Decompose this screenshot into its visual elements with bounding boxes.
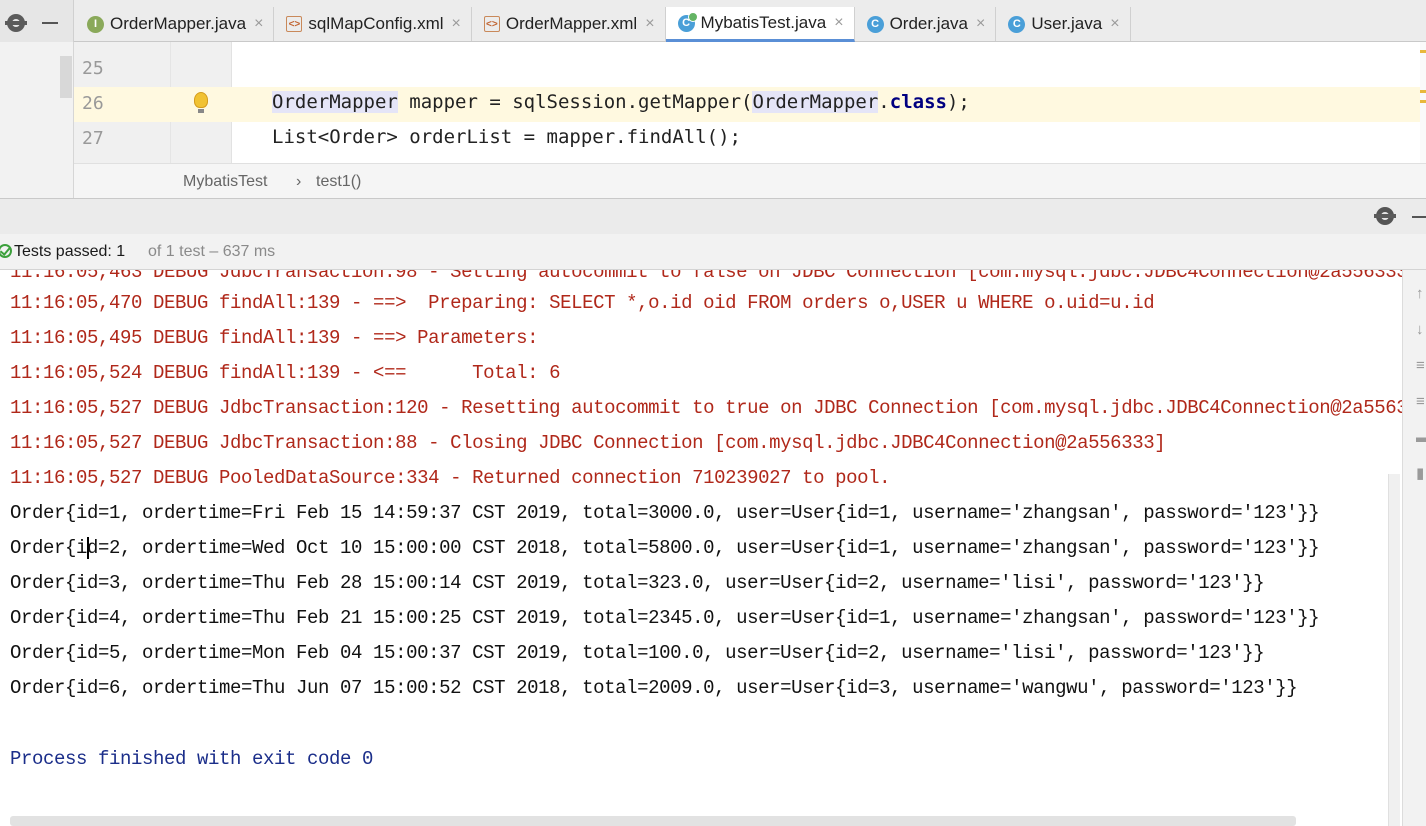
close-icon[interactable]: ×: [976, 15, 985, 33]
tab-label: sqlMapConfig.xml: [308, 14, 444, 33]
print-icon[interactable]: ▬: [1416, 430, 1426, 445]
log-line: 11:16:05,527 DEBUG JdbcTransaction:88 - …: [10, 432, 1166, 454]
code-text: List<Order> orderList = mapper.findAll()…: [272, 126, 741, 148]
scroll-to-end-icon[interactable]: ≡: [1416, 394, 1425, 409]
breadcrumb-method[interactable]: test1(): [316, 173, 361, 191]
trash-icon[interactable]: ▮: [1416, 466, 1424, 481]
code-editor[interactable]: 25 26 OrderMapper mapper = sqlSession.ge…: [0, 42, 1426, 198]
close-icon[interactable]: ×: [1110, 15, 1119, 33]
code-line-26[interactable]: 26 OrderMapper mapper = sqlSession.getMa…: [74, 87, 1426, 122]
line-number: 25: [82, 58, 104, 79]
console-horizontal-scrollbar[interactable]: [10, 816, 1296, 826]
process-finished-line: Process finished with exit code 0: [10, 748, 374, 770]
tab-label: MybatisTest.java: [700, 13, 827, 32]
class-icon: C: [866, 15, 884, 33]
tab-mybatistest-java[interactable]: C MybatisTest.java ×: [665, 7, 855, 42]
tab-order-java[interactable]: C Order.java ×: [854, 7, 997, 41]
hide-icon[interactable]: [1412, 216, 1426, 218]
output-line: Order{id=6, ordertime=Thu Jun 07 15:00:5…: [10, 677, 1298, 699]
output-line: Order{id=5, ordertime=Mon Feb 04 15:00:3…: [10, 642, 1265, 664]
log-line: 11:16:05,470 DEBUG findAll:139 - ==> Pre…: [10, 292, 1155, 314]
code-text: OrderMapper mapper = sqlSession.getMappe…: [272, 91, 970, 113]
tests-passed-label: Tests passed: 1: [14, 243, 126, 260]
project-panel-edge: [0, 42, 74, 198]
console-vertical-scrollbar[interactable]: [1388, 474, 1400, 826]
log-line: 11:16:05,527 DEBUG JdbcTransaction:120 -…: [10, 397, 1402, 419]
log-line: 11:16:05,463 DEBUG JdbcTransaction:98 - …: [10, 270, 1402, 283]
xml-file-icon: <>: [483, 16, 500, 32]
tab-sqlmapconfig-xml[interactable]: <> sqlMapConfig.xml ×: [274, 7, 472, 41]
tab-label: Order.java: [889, 14, 968, 33]
soft-wrap-icon[interactable]: ≡: [1416, 358, 1425, 373]
log-line: 11:16:05,495 DEBUG findAll:139 - ==> Par…: [10, 327, 550, 349]
log-line: 11:16:05,527 DEBUG PooledDataSource:334 …: [10, 467, 891, 489]
line-number: 27: [82, 128, 104, 149]
code-line-27[interactable]: 27 List<Order> orderList = mapper.findAl…: [74, 122, 1426, 157]
output-line: Order{id=3, ordertime=Thu Feb 28 15:00:1…: [10, 572, 1265, 594]
gear-icon[interactable]: [1374, 207, 1396, 225]
xml-file-icon: <>: [286, 16, 303, 32]
breadcrumb: MybatisTest › test1(): [74, 163, 1426, 198]
class-icon: C: [1008, 15, 1026, 33]
close-icon[interactable]: ×: [645, 15, 654, 33]
breadcrumb-separator: ›: [296, 173, 302, 190]
up-arrow-icon[interactable]: ↑: [1416, 286, 1424, 301]
tab-ordermapper-xml[interactable]: <> OrderMapper.xml ×: [471, 7, 666, 41]
breadcrumb-class[interactable]: MybatisTest: [183, 173, 267, 191]
text-caret: [87, 537, 89, 559]
tests-detail-label: of 1 test – 637 ms: [148, 243, 276, 260]
tab-label: OrderMapper.xml: [505, 14, 638, 33]
tabs: I OrderMapper.java × <> sqlMapConfig.xml…: [75, 7, 1131, 42]
lightbulb-icon[interactable]: [194, 92, 208, 113]
down-arrow-icon[interactable]: ↓: [1416, 322, 1424, 337]
minimize-icon[interactable]: [42, 22, 58, 24]
check-icon: [0, 244, 12, 258]
output-line: Order{id=4, ordertime=Thu Feb 21 15:00:2…: [10, 607, 1320, 629]
gear-icon[interactable]: [5, 14, 27, 32]
log-line: 11:16:05,524 DEBUG findAll:139 - <== Tot…: [10, 362, 561, 384]
close-icon[interactable]: ×: [834, 14, 843, 32]
console-output[interactable]: 11:16:05,463 DEBUG JdbcTransaction:98 - …: [0, 270, 1402, 826]
tab-label: User.java: [1031, 14, 1103, 33]
tab-label: OrderMapper.java: [110, 14, 247, 33]
output-line: Order{id=2, ordertime=Wed Oct 10 15:00:0…: [10, 537, 1320, 559]
run-tool-window-header: [0, 198, 1426, 234]
tab-user-java[interactable]: C User.java ×: [996, 7, 1131, 41]
close-icon[interactable]: ×: [452, 15, 461, 33]
test-status-bar: Tests passed: 1 of 1 test – 637 ms: [0, 234, 1426, 270]
selection-marker: [60, 56, 72, 98]
console-side-toolbar: ↑ ↓ ≡ ≡ ▬ ▮: [1402, 270, 1426, 826]
editor-tab-bar: I OrderMapper.java × <> sqlMapConfig.xml…: [0, 0, 1426, 42]
project-toolbar: [0, 0, 74, 42]
interface-icon: I: [87, 15, 104, 33]
line-number: 26: [82, 93, 104, 114]
tab-ordermapper-java[interactable]: I OrderMapper.java ×: [75, 7, 275, 41]
error-stripe[interactable]: [1420, 42, 1426, 163]
close-icon[interactable]: ×: [254, 15, 263, 33]
output-line: Order{id=1, ordertime=Fri Feb 15 14:59:3…: [10, 502, 1320, 524]
test-class-icon: C: [677, 11, 698, 32]
code-line-25[interactable]: 25: [74, 52, 1426, 87]
